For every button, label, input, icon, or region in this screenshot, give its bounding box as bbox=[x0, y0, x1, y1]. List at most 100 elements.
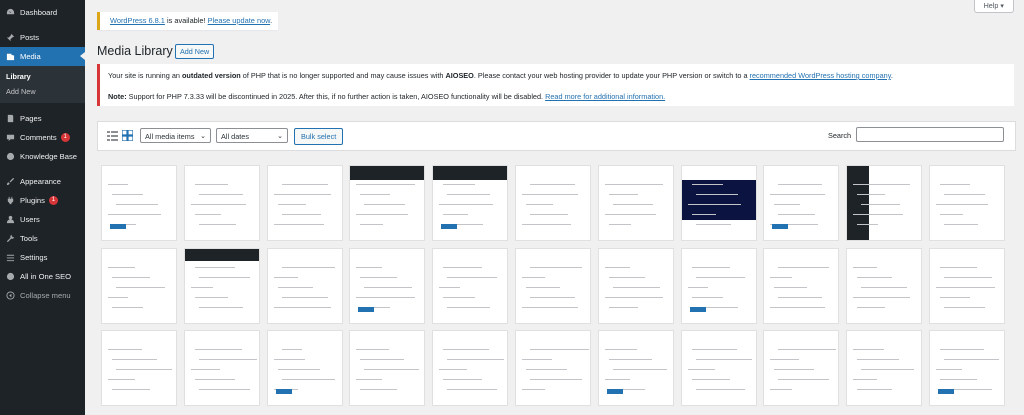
sidebar-item-comments[interactable]: Comments 1 bbox=[0, 128, 85, 147]
thumbnail-line bbox=[609, 307, 638, 308]
media-thumbnail[interactable] bbox=[102, 166, 176, 240]
sidebar-item-knowledge-base[interactable]: Knowledge Base bbox=[0, 147, 85, 166]
media-thumbnail[interactable] bbox=[433, 249, 507, 323]
sidebar-item-label: Knowledge Base bbox=[20, 152, 77, 161]
media-thumbnail[interactable] bbox=[764, 331, 838, 405]
thumbnail-line bbox=[778, 214, 815, 215]
media-thumbnail[interactable] bbox=[102, 331, 176, 405]
add-new-button[interactable]: Add New bbox=[175, 44, 215, 59]
thumbnail-dark-region bbox=[847, 166, 869, 240]
sidebar-item-label: Appearance bbox=[20, 177, 61, 186]
media-thumbnail[interactable] bbox=[930, 166, 1004, 240]
media-thumbnail[interactable] bbox=[516, 166, 590, 240]
sidebar-item-all-in-one-seo[interactable]: All in One SEO bbox=[0, 267, 85, 286]
update-notice: WordPress 6.8.1 is available! Please upd… bbox=[97, 12, 279, 30]
media-thumbnail[interactable] bbox=[930, 249, 1004, 323]
thumbnail-line bbox=[936, 369, 962, 370]
collapse-menu-button[interactable]: Collapse menu bbox=[0, 286, 85, 305]
sidebar-item-label: Pages bbox=[20, 114, 42, 123]
thumbnail-line bbox=[853, 184, 910, 185]
submenu-item-library[interactable]: Library bbox=[0, 69, 85, 84]
media-type-filter[interactable]: All media items ⌄ bbox=[140, 128, 211, 143]
thumbnail-line bbox=[944, 224, 978, 225]
media-thumbnail[interactable] bbox=[268, 249, 342, 323]
thumbnail-line bbox=[778, 379, 829, 380]
thumbnail-line bbox=[360, 359, 404, 360]
sidebar-item-users[interactable]: Users bbox=[0, 210, 85, 229]
thumbnail-line bbox=[522, 359, 552, 360]
help-button[interactable]: Help ▾ bbox=[973, 0, 1014, 13]
sidebar-item-settings[interactable]: Settings bbox=[0, 248, 85, 267]
comments-count-badge: 1 bbox=[60, 133, 70, 142]
thumbnail-line bbox=[944, 359, 999, 360]
media-thumbnail[interactable] bbox=[516, 249, 590, 323]
sidebar-item-dashboard[interactable]: Dashboard bbox=[0, 3, 85, 22]
wordpress-version-link[interactable]: WordPress 6.8.1 bbox=[110, 16, 165, 25]
media-thumbnail[interactable] bbox=[185, 331, 259, 405]
media-thumbnail[interactable] bbox=[764, 249, 838, 323]
thumbnail-line bbox=[696, 224, 731, 225]
submenu-item-add-new[interactable]: Add New bbox=[0, 84, 85, 99]
list-view-icon[interactable] bbox=[107, 130, 118, 141]
media-thumbnail[interactable] bbox=[185, 166, 259, 240]
search-input[interactable] bbox=[856, 127, 1004, 142]
thumbnail-line bbox=[108, 184, 128, 185]
media-thumbnail[interactable] bbox=[268, 331, 342, 405]
update-now-link[interactable]: Please update now bbox=[208, 16, 270, 25]
thumbnail-line bbox=[522, 277, 545, 278]
pages-icon bbox=[5, 114, 15, 124]
media-thumbnail[interactable] bbox=[350, 331, 424, 405]
sidebar-item-media[interactable]: Media bbox=[0, 47, 85, 66]
read-more-link[interactable]: Read more for additional information. bbox=[545, 92, 665, 101]
media-thumbnail[interactable] bbox=[185, 249, 259, 323]
thumbnail-line bbox=[692, 379, 730, 380]
thumbnail-line bbox=[778, 184, 822, 185]
thumbnail-line bbox=[199, 224, 236, 225]
thumbnail-line bbox=[609, 359, 652, 360]
media-thumbnail[interactable] bbox=[682, 331, 756, 405]
sidebar-item-pages[interactable]: Pages bbox=[0, 109, 85, 128]
media-thumbnail[interactable] bbox=[930, 331, 1004, 405]
thumbnail-line bbox=[770, 359, 799, 360]
sidebar-item-appearance[interactable]: Appearance bbox=[0, 172, 85, 191]
thumbnail-line bbox=[447, 307, 490, 308]
knowledge-base-icon bbox=[5, 152, 15, 162]
thumbnail-dark-region bbox=[350, 166, 424, 180]
media-thumbnail[interactable] bbox=[682, 166, 756, 240]
sidebar-item-plugins[interactable]: Plugins 1 bbox=[0, 191, 85, 210]
thumbnail-line bbox=[692, 267, 730, 268]
date-filter-value: All dates bbox=[221, 132, 249, 141]
media-thumbnail[interactable] bbox=[599, 166, 673, 240]
media-thumbnail[interactable] bbox=[102, 249, 176, 323]
grid-view-icon[interactable] bbox=[122, 130, 133, 141]
thumbnail-line bbox=[530, 184, 575, 185]
media-thumbnail[interactable] bbox=[599, 249, 673, 323]
media-thumbnail[interactable] bbox=[682, 249, 756, 323]
date-filter[interactable]: All dates ⌄ bbox=[216, 128, 288, 143]
media-thumbnail[interactable] bbox=[433, 166, 507, 240]
sidebar-item-tools[interactable]: Tools bbox=[0, 229, 85, 248]
media-thumbnail[interactable] bbox=[847, 166, 921, 240]
bulk-select-button[interactable]: Bulk select bbox=[294, 128, 344, 145]
media-thumbnail[interactable] bbox=[350, 166, 424, 240]
notice-text: . bbox=[890, 71, 893, 80]
thumbnail-line bbox=[356, 379, 382, 380]
media-thumbnail[interactable] bbox=[847, 249, 921, 323]
thumbnail-line bbox=[857, 389, 892, 390]
media-thumbnail[interactable] bbox=[847, 331, 921, 405]
thumbnail-accent bbox=[358, 307, 374, 312]
media-thumbnail[interactable] bbox=[764, 166, 838, 240]
media-thumbnail[interactable] bbox=[599, 331, 673, 405]
thumbnail-line bbox=[861, 369, 914, 370]
sidebar-item-posts[interactable]: Posts bbox=[0, 28, 85, 47]
media-thumbnail[interactable] bbox=[350, 249, 424, 323]
thumbnail-line bbox=[688, 369, 715, 370]
thumbnail-line bbox=[944, 194, 985, 195]
search-label: Search bbox=[828, 131, 852, 140]
media-thumbnail[interactable] bbox=[433, 331, 507, 405]
media-thumbnail[interactable] bbox=[268, 166, 342, 240]
recommended-hosting-link[interactable]: recommended WordPress hosting company bbox=[750, 71, 891, 80]
thumbnail-line bbox=[447, 277, 497, 278]
brush-icon bbox=[5, 177, 15, 187]
media-thumbnail[interactable] bbox=[516, 331, 590, 405]
